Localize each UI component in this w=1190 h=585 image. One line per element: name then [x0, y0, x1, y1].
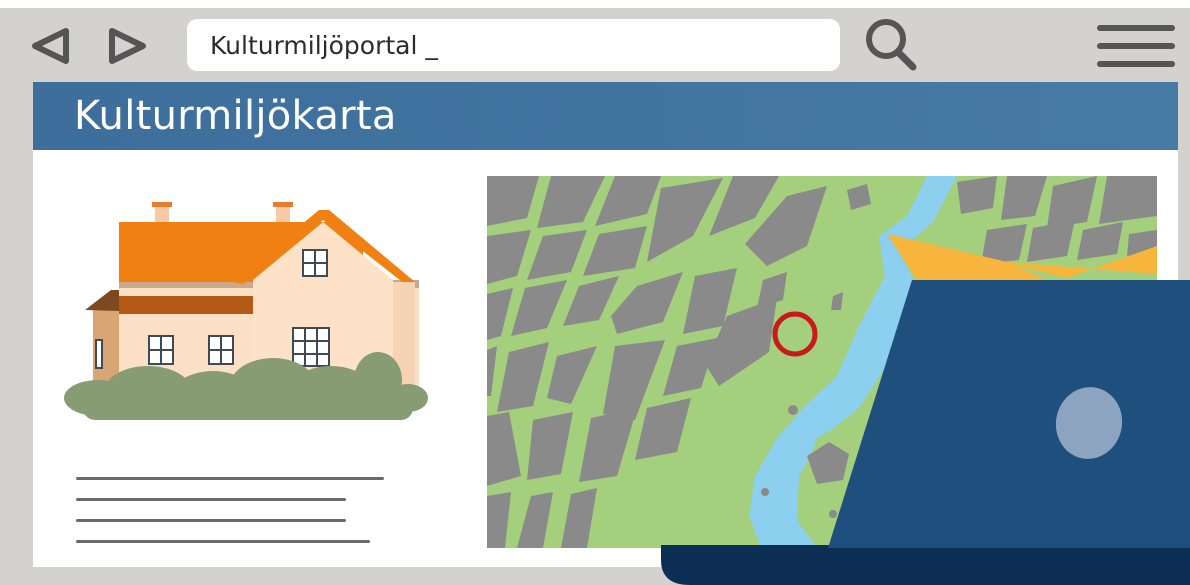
- text-line: [76, 540, 370, 543]
- forward-button[interactable]: [106, 26, 150, 66]
- magnifier-icon: [866, 19, 917, 71]
- triangle-right-icon: [109, 28, 146, 64]
- menu-button[interactable]: [1096, 24, 1176, 73]
- text-line: [76, 477, 384, 480]
- city-map-illustration: [487, 176, 1157, 548]
- search-button[interactable]: [862, 15, 922, 80]
- text-line: [76, 519, 346, 522]
- address-bar[interactable]: Kulturmiljöportal _: [187, 19, 840, 71]
- page-title: Kulturmiljökarta: [74, 93, 397, 139]
- text-line: [76, 498, 346, 501]
- page-content: Kulturmiljökarta: [33, 82, 1178, 567]
- back-button[interactable]: [28, 26, 72, 66]
- triangle-left-icon: [32, 28, 69, 64]
- page-header: Kulturmiljökarta: [33, 82, 1178, 150]
- address-text: Kulturmiljöportal _: [210, 30, 438, 60]
- house-illustration: [64, 202, 428, 420]
- hamburger-menu-icon: [1097, 25, 1175, 67]
